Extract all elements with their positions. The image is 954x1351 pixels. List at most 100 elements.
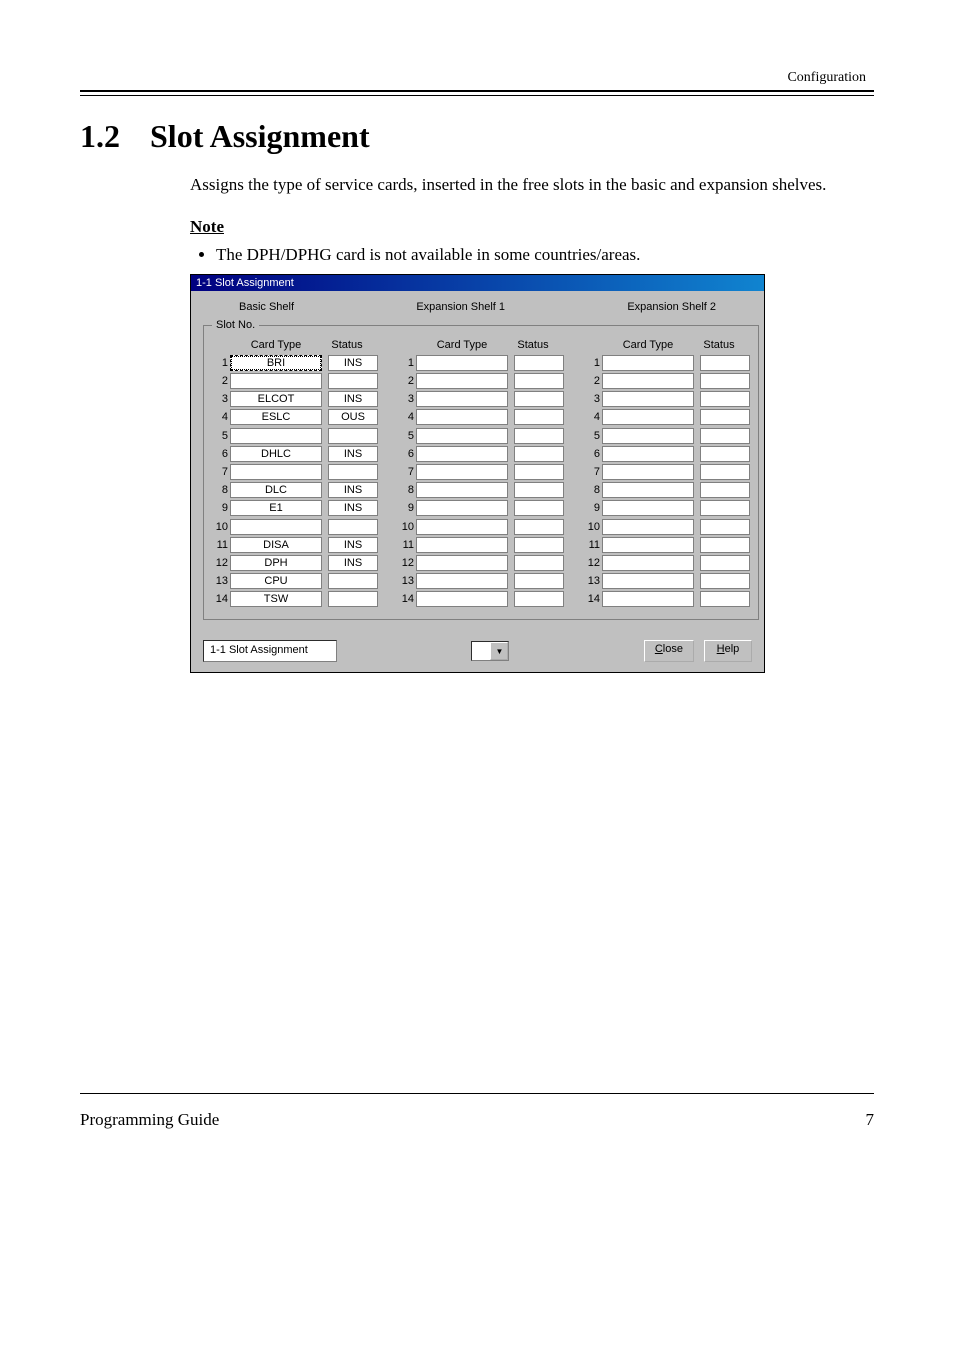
status-cell[interactable]: INS: [328, 555, 378, 571]
card-type-cell[interactable]: TSW: [230, 591, 322, 607]
navigation-field[interactable]: 1-1 Slot Assignment: [203, 640, 337, 662]
status-cell[interactable]: [700, 464, 750, 480]
status-cell[interactable]: [328, 519, 378, 535]
card-type-cell[interactable]: [602, 519, 694, 535]
card-type-cell[interactable]: [416, 428, 508, 444]
status-cell[interactable]: [514, 428, 564, 444]
window-titlebar: 1-1 Slot Assignment: [191, 275, 764, 291]
status-cell[interactable]: [700, 355, 750, 371]
status-cell[interactable]: [700, 428, 750, 444]
status-cell[interactable]: INS: [328, 482, 378, 498]
help-button[interactable]: Help: [704, 640, 752, 662]
card-type-cell[interactable]: [416, 573, 508, 589]
slot-assignment-window: 1-1 Slot Assignment Basic Shelf Expansio…: [190, 274, 765, 673]
status-cell[interactable]: [700, 555, 750, 571]
card-type-cell[interactable]: [416, 591, 508, 607]
status-cell[interactable]: [700, 573, 750, 589]
slot-number: 5: [398, 430, 416, 442]
card-type-cell[interactable]: [602, 537, 694, 553]
card-type-cell[interactable]: [602, 573, 694, 589]
status-cell[interactable]: OUS: [328, 409, 378, 425]
status-cell[interactable]: [700, 591, 750, 607]
status-cell[interactable]: INS: [328, 537, 378, 553]
card-type-cell[interactable]: DLC: [230, 482, 322, 498]
slot-number: 3: [212, 393, 230, 405]
status-cell[interactable]: [700, 500, 750, 516]
status-cell[interactable]: INS: [328, 446, 378, 462]
card-type-cell[interactable]: E1: [230, 500, 322, 516]
status-cell[interactable]: [700, 373, 750, 389]
card-type-cell[interactable]: [602, 591, 694, 607]
shelf-label-exp1: Expansion Shelf 1: [416, 301, 505, 313]
status-cell[interactable]: INS: [328, 500, 378, 516]
status-cell[interactable]: INS: [328, 355, 378, 371]
card-type-cell[interactable]: CPU: [230, 573, 322, 589]
status-cell[interactable]: [514, 573, 564, 589]
slot-row: 2: [398, 373, 564, 390]
status-cell[interactable]: [514, 446, 564, 462]
shelf-label-basic: Basic Shelf: [239, 301, 294, 313]
card-type-cell[interactable]: [416, 519, 508, 535]
card-type-cell[interactable]: [416, 391, 508, 407]
close-button[interactable]: Close: [644, 640, 694, 662]
card-type-cell[interactable]: [602, 428, 694, 444]
card-type-cell[interactable]: [602, 391, 694, 407]
status-cell[interactable]: [514, 591, 564, 607]
status-cell[interactable]: INS: [328, 391, 378, 407]
status-cell[interactable]: [514, 519, 564, 535]
card-type-cell[interactable]: [602, 464, 694, 480]
card-type-cell[interactable]: DHLC: [230, 446, 322, 462]
card-type-cell[interactable]: [602, 555, 694, 571]
status-cell[interactable]: [328, 373, 378, 389]
card-type-cell[interactable]: [230, 519, 322, 535]
slot-row: 4: [584, 409, 750, 426]
navigation-dropdown[interactable]: ▼: [471, 641, 509, 661]
basic-shelf-column: Card Type Status 1BRIINS23ELCOTINS4ESLCO…: [212, 339, 378, 609]
card-type-cell[interactable]: [416, 500, 508, 516]
status-cell[interactable]: [700, 519, 750, 535]
status-cell[interactable]: [514, 482, 564, 498]
card-type-cell[interactable]: DPH: [230, 555, 322, 571]
card-type-cell[interactable]: [602, 409, 694, 425]
card-type-cell[interactable]: [602, 355, 694, 371]
card-type-cell[interactable]: [230, 373, 322, 389]
card-type-cell[interactable]: [416, 464, 508, 480]
card-type-cell[interactable]: [602, 373, 694, 389]
card-type-cell[interactable]: [602, 446, 694, 462]
status-cell[interactable]: [514, 500, 564, 516]
card-type-cell[interactable]: [416, 446, 508, 462]
status-cell[interactable]: [700, 446, 750, 462]
status-cell[interactable]: [700, 537, 750, 553]
status-cell[interactable]: [328, 464, 378, 480]
status-cell[interactable]: [328, 591, 378, 607]
card-type-cell[interactable]: ESLC: [230, 409, 322, 425]
status-cell[interactable]: [700, 409, 750, 425]
card-type-cell[interactable]: [230, 428, 322, 444]
status-cell[interactable]: [514, 373, 564, 389]
card-type-cell[interactable]: [416, 555, 508, 571]
status-cell[interactable]: [514, 355, 564, 371]
card-type-cell[interactable]: DISA: [230, 537, 322, 553]
status-cell[interactable]: [514, 555, 564, 571]
card-type-cell[interactable]: [416, 482, 508, 498]
card-type-cell[interactable]: [230, 464, 322, 480]
card-type-cell[interactable]: [416, 373, 508, 389]
card-type-cell[interactable]: [416, 355, 508, 371]
slot-row: 11DISAINS: [212, 536, 378, 553]
status-cell[interactable]: [514, 409, 564, 425]
card-type-cell[interactable]: BRI: [230, 355, 322, 371]
status-cell[interactable]: [514, 391, 564, 407]
status-cell[interactable]: [514, 464, 564, 480]
status-cell[interactable]: [514, 537, 564, 553]
card-type-cell[interactable]: [416, 537, 508, 553]
card-type-cell[interactable]: [602, 482, 694, 498]
chevron-down-icon[interactable]: ▼: [490, 642, 508, 660]
status-cell[interactable]: [700, 391, 750, 407]
status-cell[interactable]: [328, 573, 378, 589]
card-type-cell[interactable]: [416, 409, 508, 425]
status-cell[interactable]: [328, 428, 378, 444]
col-header-card: Card Type: [230, 339, 322, 351]
status-cell[interactable]: [700, 482, 750, 498]
card-type-cell[interactable]: ELCOT: [230, 391, 322, 407]
card-type-cell[interactable]: [602, 500, 694, 516]
